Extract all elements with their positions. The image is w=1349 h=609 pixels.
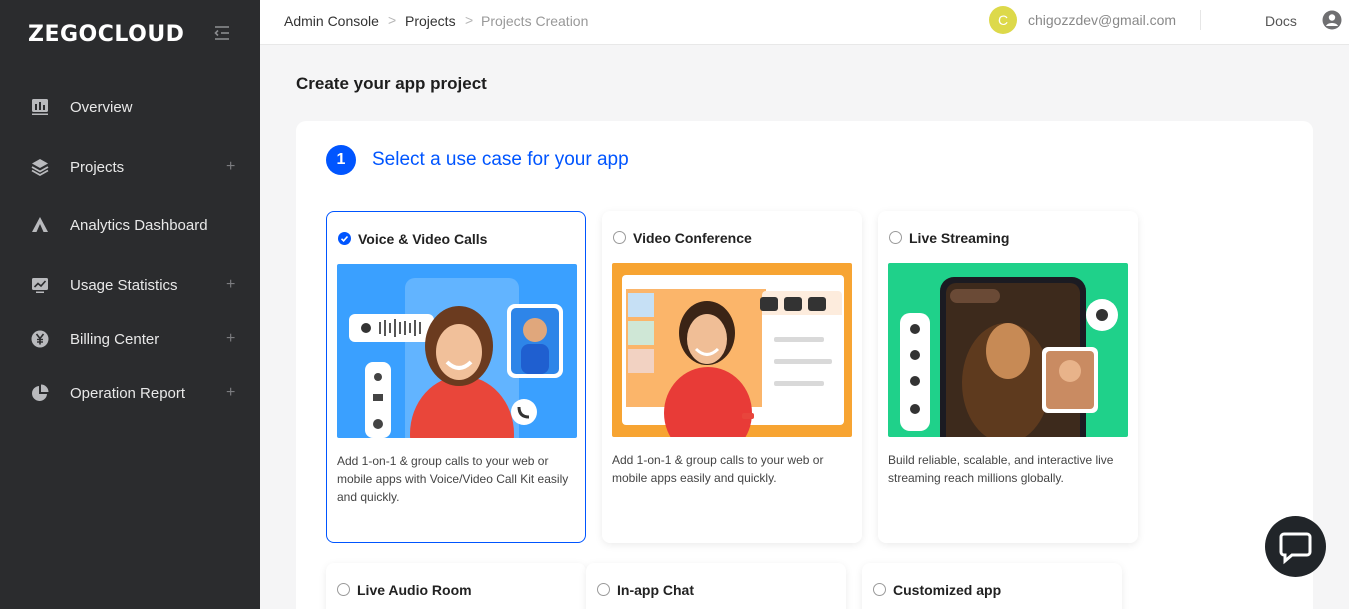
voice-video-calls-illustration xyxy=(337,264,577,438)
sidebar-item-projects[interactable]: Projects + xyxy=(0,145,260,189)
sidebar-item-label: Operation Report xyxy=(70,384,186,402)
expand-plus-icon[interactable]: + xyxy=(226,158,235,176)
expand-plus-icon[interactable]: + xyxy=(226,384,235,402)
top-bar: Admin Console > Projects > Projects Crea… xyxy=(260,0,1349,45)
sidebar-item-overview[interactable]: Overview xyxy=(0,85,260,129)
support-chat-button[interactable] xyxy=(1265,516,1326,577)
sidebar-item-label: Billing Center xyxy=(70,330,160,348)
sidebar-item-label: Overview xyxy=(70,98,133,116)
live-streaming-illustration xyxy=(888,263,1128,437)
expand-plus-icon[interactable]: + xyxy=(226,330,235,348)
sidebar-item-usage-statistics[interactable]: Usage Statistics + xyxy=(0,263,260,307)
chat-bubble-icon xyxy=(1279,532,1312,565)
step-number-badge: 1 xyxy=(326,145,356,175)
analytics-icon xyxy=(32,217,48,232)
video-conference-illustration xyxy=(612,263,852,437)
sidebar: ZEGOCLOUD Overview Projects + Analytics … xyxy=(0,0,260,609)
card-title: Live Audio Room xyxy=(357,582,472,598)
radio-unchecked-icon[interactable] xyxy=(613,231,626,244)
layers-icon xyxy=(31,159,49,177)
use-case-card-customized-app[interactable]: Customized app xyxy=(862,563,1122,609)
sidebar-item-operation-report[interactable]: Operation Report + xyxy=(0,371,260,415)
use-case-card-in-app-chat[interactable]: In-app Chat xyxy=(586,563,846,609)
account-email[interactable]: chigozzdev@gmail.com xyxy=(1028,12,1176,28)
pie-chart-icon xyxy=(32,384,49,401)
card-title: Customized app xyxy=(893,582,1002,598)
docs-link[interactable]: Docs xyxy=(1265,13,1297,29)
breadcrumb-admin-console[interactable]: Admin Console xyxy=(284,13,379,29)
zegocloud-logo[interactable]: ZEGOCLOUD xyxy=(28,22,184,47)
breadcrumb-separator: > xyxy=(465,12,474,28)
yen-coin-icon xyxy=(31,330,49,348)
collapse-menu-icon[interactable] xyxy=(213,24,231,42)
card-title: In-app Chat xyxy=(617,582,694,598)
overview-icon xyxy=(32,99,48,115)
card-description: Build reliable, scalable, and interactiv… xyxy=(888,453,1114,485)
use-case-card-live-audio-room[interactable]: Live Audio Room xyxy=(326,563,586,609)
sidebar-item-analytics-dashboard[interactable]: Analytics Dashboard xyxy=(0,203,260,247)
sidebar-item-label: Analytics Dashboard xyxy=(70,216,208,234)
avatar[interactable]: C xyxy=(989,6,1017,34)
breadcrumb-projects[interactable]: Projects xyxy=(405,13,456,29)
expand-plus-icon[interactable]: + xyxy=(226,276,235,294)
use-case-card-live-streaming[interactable]: Live Streaming Build reliable, scalable,… xyxy=(878,211,1138,543)
radio-unchecked-icon[interactable] xyxy=(889,231,902,244)
sidebar-item-label: Usage Statistics xyxy=(70,276,178,294)
use-case-card-video-conference[interactable]: Video Conference Add 1-on-1 & group call… xyxy=(602,211,862,543)
card-title: Video Conference xyxy=(633,230,752,246)
radio-unchecked-icon[interactable] xyxy=(337,583,350,596)
use-case-card-voice-video-calls[interactable]: Voice & Video Calls Add 1-on-1 & group c… xyxy=(326,211,586,543)
card-title: Live Streaming xyxy=(909,230,1010,246)
page-title: Create your app project xyxy=(296,74,487,93)
card-title: Voice & Video Calls xyxy=(358,231,488,247)
card-description: Add 1-on-1 & group calls to your web or … xyxy=(337,454,569,504)
sidebar-item-label: Projects xyxy=(70,158,125,176)
radio-unchecked-icon[interactable] xyxy=(873,583,886,596)
user-account-icon[interactable] xyxy=(1322,10,1342,30)
radio-unchecked-icon[interactable] xyxy=(597,583,610,596)
usage-chart-icon xyxy=(32,278,48,293)
breadcrumb-separator: > xyxy=(388,12,397,28)
sidebar-item-billing-center[interactable]: Billing Center + xyxy=(0,317,260,361)
card-description: Add 1-on-1 & group calls to your web or … xyxy=(612,453,824,485)
divider xyxy=(1200,10,1201,30)
radio-checked-icon[interactable] xyxy=(338,232,351,245)
breadcrumb-projects-creation: Projects Creation xyxy=(481,13,589,29)
step-title: Select a use case for your app xyxy=(372,149,629,170)
